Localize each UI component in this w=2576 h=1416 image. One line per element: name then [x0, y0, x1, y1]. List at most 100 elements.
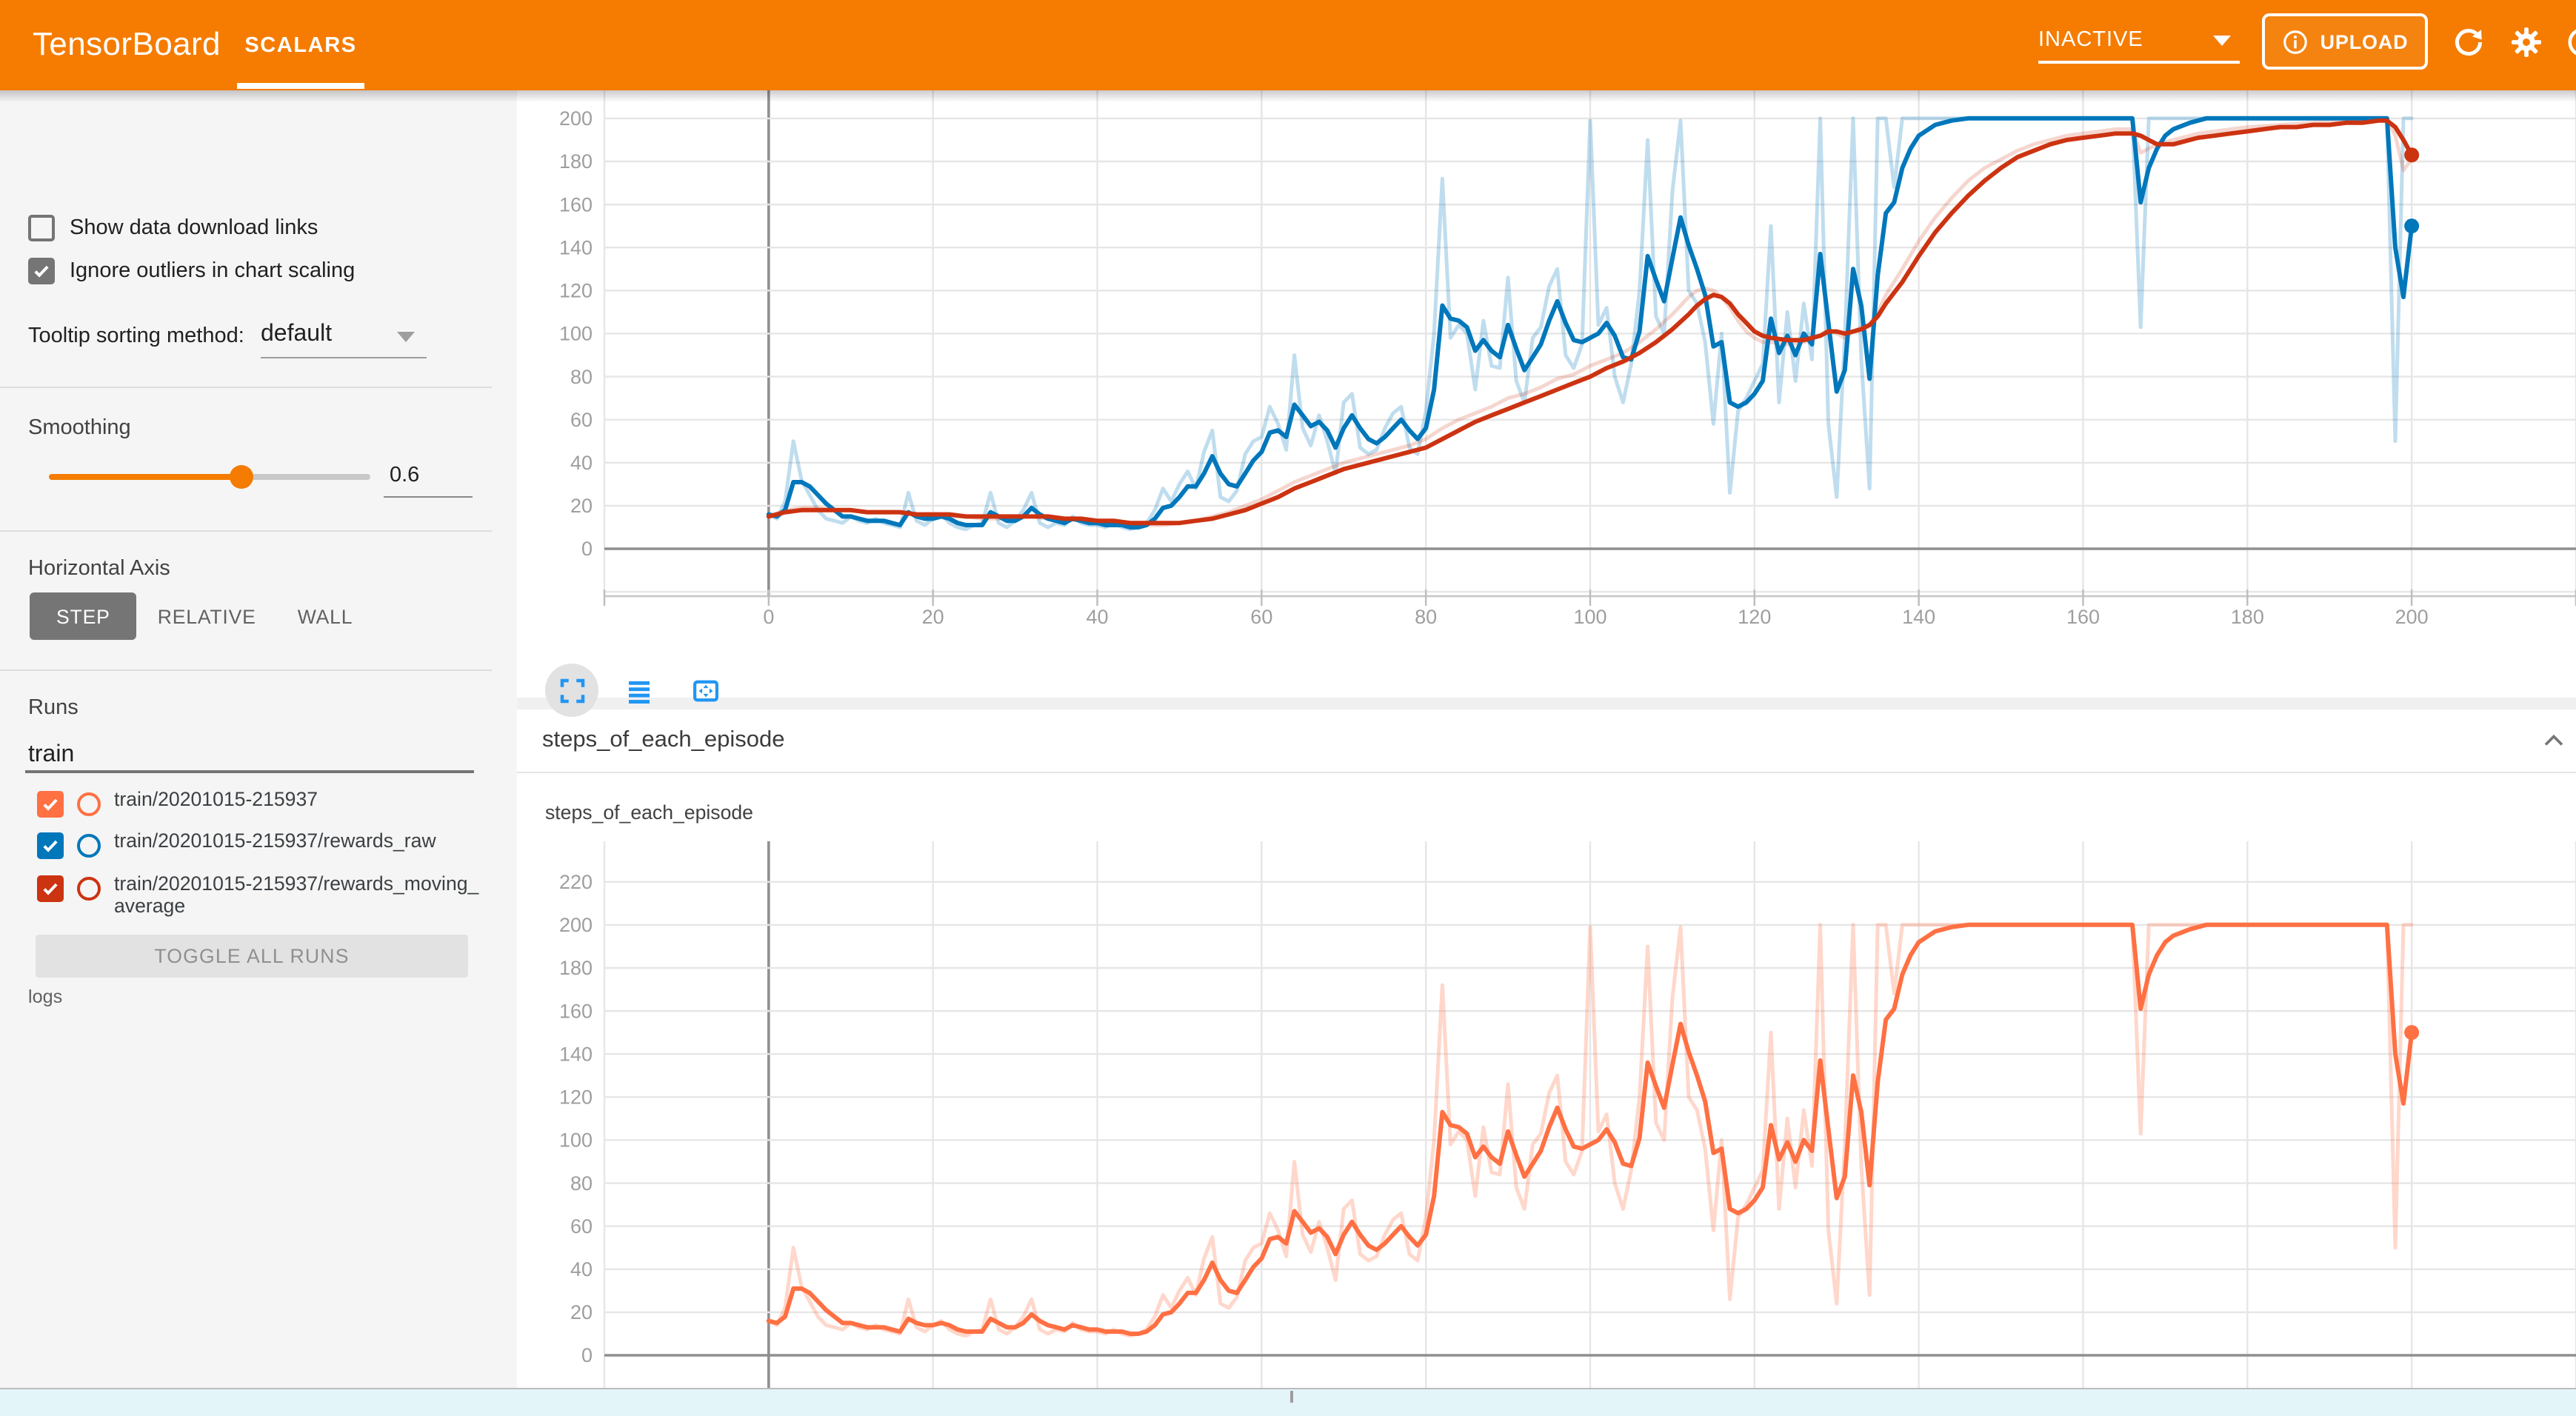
status-dropdown-value: INACTIVE: [2038, 28, 2143, 52]
svg-text:140: 140: [1902, 606, 1935, 628]
axis-button-step[interactable]: STEP: [30, 592, 137, 640]
toggle-all-runs-button[interactable]: TOGGLE ALL RUNS: [36, 935, 468, 978]
svg-text:40: 40: [1086, 606, 1108, 628]
tensorboard-app: TensorBoard SCALARS INACTIVE UPLOAD: [0, 0, 2576, 1416]
svg-text:60: 60: [1250, 606, 1272, 628]
logs-directory-label: logs: [28, 986, 62, 1007]
checkbox-unchecked-icon[interactable]: [28, 215, 55, 241]
run-row[interactable]: train/20201015-215937/rewards_raw: [37, 831, 481, 859]
refresh-icon[interactable]: [2452, 25, 2486, 59]
svg-text:120: 120: [559, 1086, 593, 1109]
chart-toolbar: [545, 664, 732, 717]
svg-text:180: 180: [2231, 606, 2264, 628]
run-row[interactable]: train/20201015-215937/rewards_moving_ave…: [37, 874, 481, 917]
svg-text:200: 200: [559, 914, 593, 936]
svg-text:60: 60: [570, 1215, 593, 1238]
svg-text:80: 80: [570, 1172, 593, 1195]
divider: [0, 387, 492, 388]
tab-scalars[interactable]: SCALARS: [237, 0, 364, 90]
svg-text:0: 0: [763, 606, 774, 628]
card-gap: [517, 698, 2576, 709]
svg-text:40: 40: [570, 452, 593, 474]
list-icon: [623, 675, 654, 706]
run-checkbox-icon[interactable]: [37, 791, 64, 818]
ignore-outliers-checkbox-row[interactable]: Ignore outliers in chart scaling: [28, 256, 355, 286]
svg-text:60: 60: [570, 409, 593, 431]
help-icon[interactable]: [2566, 25, 2576, 59]
horizontal-axis-buttons: STEPRELATIVEWALL: [30, 592, 373, 640]
svg-text:20: 20: [570, 495, 593, 517]
tab-active-underline: [237, 83, 364, 89]
svg-text:0: 0: [581, 538, 593, 560]
settings-sidebar: Show data download links Ignore outliers…: [0, 90, 517, 1416]
steps-of-each-episode-chart[interactable]: 020406080100120140160180200220: [517, 773, 2576, 1416]
scroll-strip-tick: [1290, 1391, 1293, 1403]
smoothing-slider-thumb[interactable]: [230, 465, 253, 489]
show-download-links-checkbox-row[interactable]: Show data download links: [28, 213, 318, 243]
run-color-circle-icon: [77, 877, 101, 901]
horizontal-axis-label: Horizontal Axis: [28, 557, 170, 581]
rewards-chart[interactable]: 0 20 40 60 80 100 120 140 160 180 200 0 20 40 60 80 100 1…: [517, 90, 2576, 698]
bottom-scroll-strip[interactable]: [0, 1388, 2576, 1416]
smoothing-value-input[interactable]: 0.6: [390, 464, 419, 487]
checkbox-label: Show data download links: [70, 216, 318, 240]
run-checkbox-icon[interactable]: [37, 832, 64, 859]
run-checkbox-icon[interactable]: [37, 875, 64, 902]
info-icon: [2282, 27, 2310, 56]
runs-selector-button[interactable]: [612, 664, 665, 717]
svg-text:140: 140: [559, 1043, 593, 1065]
rewards-chart-card: 0 20 40 60 80 100 120 140 160 180 200 0 20 40 60 80 100 1…: [517, 90, 2576, 698]
svg-text:200: 200: [2395, 606, 2429, 628]
svg-text:100: 100: [559, 323, 593, 345]
svg-text:160: 160: [559, 193, 593, 216]
smoothing-slider-fill: [49, 474, 241, 480]
checkbox-checked-icon[interactable]: [28, 258, 55, 284]
svg-text:120: 120: [1738, 606, 1771, 628]
tooltip-sorting-dropdown[interactable]: default: [261, 321, 332, 348]
svg-text:220: 220: [559, 871, 593, 893]
svg-text:0: 0: [581, 1344, 593, 1366]
section-header-steps-of-each-episode[interactable]: steps_of_each_episode: [517, 709, 2576, 773]
smoothing-slider[interactable]: [49, 474, 370, 480]
svg-text:180: 180: [559, 150, 593, 173]
svg-text:80: 80: [570, 366, 593, 388]
collapse-chevron-up-icon[interactable]: [2537, 724, 2570, 757]
status-dropdown[interactable]: INACTIVE: [2038, 0, 2240, 90]
divider: [0, 530, 492, 532]
steps-chart-card: steps_of_each_episode 020406080100120140…: [517, 773, 2576, 1416]
axis-button-wall[interactable]: WALL: [277, 592, 374, 640]
svg-text:140: 140: [559, 236, 593, 258]
app-header: TensorBoard SCALARS INACTIVE UPLOAD: [0, 0, 2576, 90]
axis-button-relative[interactable]: RELATIVE: [137, 592, 277, 640]
svg-text:20: 20: [570, 1301, 593, 1323]
smoothing-label: Smoothing: [28, 416, 131, 440]
tooltip-sorting-label: Tooltip sorting method:: [28, 324, 244, 348]
runs-filter-input[interactable]: train: [28, 742, 74, 769]
run-color-circle-icon: [77, 792, 101, 816]
svg-text:160: 160: [559, 1000, 593, 1022]
run-row[interactable]: train/20201015-215937: [37, 789, 481, 818]
run-color-circle-icon: [77, 834, 101, 858]
svg-text:80: 80: [1415, 606, 1437, 628]
runs-label: Runs: [28, 696, 79, 720]
fullscreen-icon: [556, 675, 587, 706]
expand-chart-button[interactable]: [545, 664, 598, 717]
svg-text:20: 20: [922, 606, 944, 628]
checkbox-label: Ignore outliers in chart scaling: [70, 259, 355, 283]
svg-text:200: 200: [559, 107, 593, 130]
divider: [0, 669, 492, 671]
fit-domain-button[interactable]: [678, 664, 732, 717]
chevron-down-icon[interactable]: [397, 332, 415, 342]
svg-text:100: 100: [1573, 606, 1606, 628]
svg-text:160: 160: [2066, 606, 2100, 628]
upload-button[interactable]: UPLOAD: [2262, 13, 2428, 70]
fit-to-data-icon: [690, 675, 721, 706]
run-label: train/20201015-215937/rewards_moving_ave…: [114, 874, 481, 917]
svg-text:120: 120: [559, 280, 593, 302]
settings-gear-icon[interactable]: [2509, 25, 2543, 59]
run-label: train/20201015-215937/rewards_raw: [114, 831, 481, 859]
run-label: train/20201015-215937: [114, 789, 481, 818]
chevron-down-icon: [2213, 36, 2231, 46]
section-title: steps_of_each_episode: [542, 727, 785, 754]
svg-text:100: 100: [559, 1129, 593, 1152]
